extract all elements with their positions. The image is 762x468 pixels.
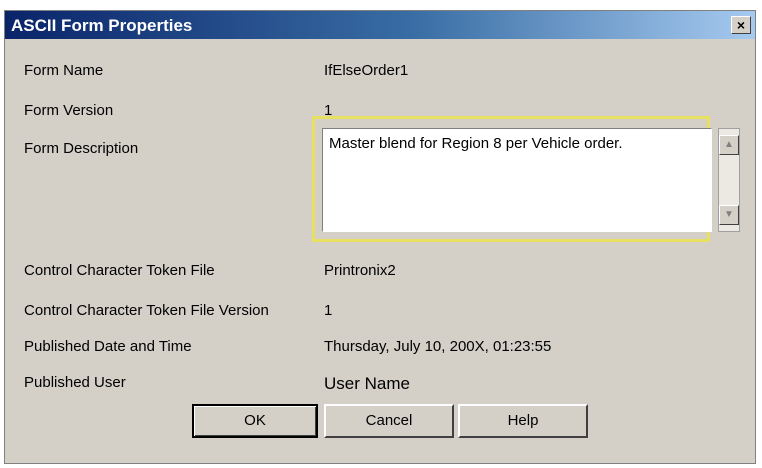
ok-button[interactable]: OK bbox=[192, 404, 318, 438]
token-file-value: Printronix2 bbox=[324, 262, 396, 279]
scroll-up-arrow-icon: ▲ bbox=[724, 139, 734, 150]
scroll-up-button[interactable]: ▲ bbox=[719, 135, 739, 155]
token-file-version-label: Control Character Token File Version bbox=[24, 302, 269, 319]
title-bar[interactable]: ASCII Form Properties × bbox=[5, 11, 755, 39]
form-description-label: Form Description bbox=[24, 140, 139, 157]
description-scrollbar[interactable]: ▲ ▼ bbox=[718, 128, 740, 232]
form-name-value: IfElseOrder1 bbox=[324, 62, 409, 79]
close-icon: × bbox=[736, 17, 746, 33]
published-user-label: Published User bbox=[24, 374, 126, 391]
token-file-version-value: 1 bbox=[324, 302, 333, 319]
help-button[interactable]: Help bbox=[458, 404, 588, 438]
published-date-value: Thursday, July 10, 200X, 01:23:55 bbox=[324, 338, 552, 355]
scroll-down-arrow-icon: ▼ bbox=[724, 209, 734, 220]
form-version-label: Form Version bbox=[24, 102, 114, 119]
published-date-label: Published Date and Time bbox=[24, 338, 192, 355]
published-user-value: User Name bbox=[324, 374, 410, 393]
form-description-textarea[interactable]: Master blend for Region 8 per Vehicle or… bbox=[322, 128, 712, 232]
form-name-label: Form Name bbox=[24, 62, 104, 79]
token-file-label: Control Character Token File bbox=[24, 262, 215, 279]
dialog-title: ASCII Form Properties bbox=[11, 16, 193, 35]
scroll-down-button[interactable]: ▼ bbox=[719, 205, 739, 225]
cancel-button[interactable]: Cancel bbox=[324, 404, 454, 438]
close-button[interactable]: × bbox=[731, 16, 751, 34]
